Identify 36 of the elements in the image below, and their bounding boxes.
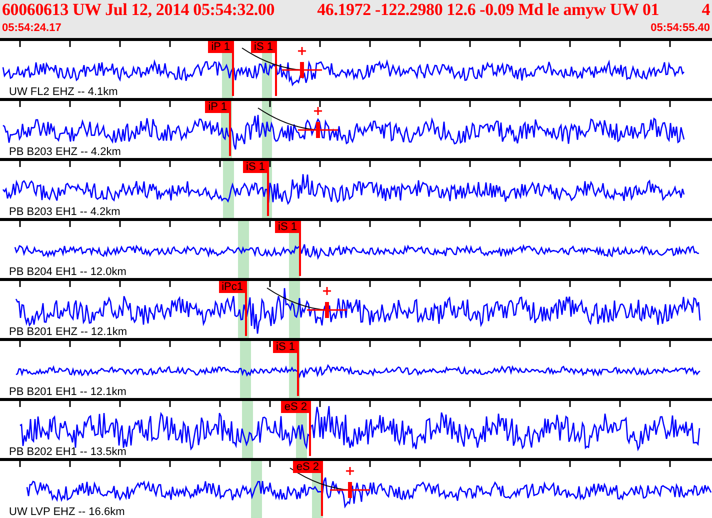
start-time: 05:54:24.17 bbox=[2, 22, 62, 34]
event-id: 60060613 UW Jul 12, 2014 05:54:32.00 bbox=[2, 0, 275, 20]
station-label: PB B202 EH1 -- 13.5km bbox=[9, 446, 126, 458]
station-label: PB B204 EH1 -- 12.0km bbox=[9, 266, 126, 278]
pick-line bbox=[267, 161, 269, 216]
phase-pick-label[interactable]: eS 2 bbox=[281, 401, 310, 413]
station-label: PB B201 EH1 -- 12.1km bbox=[9, 386, 126, 398]
phase-pick-label[interactable]: iS 1 bbox=[275, 221, 300, 233]
pick-line bbox=[232, 41, 234, 96]
pick-window bbox=[223, 161, 234, 218]
pick-window bbox=[238, 221, 249, 278]
phase-pick-label[interactable]: iP 1 bbox=[205, 101, 230, 113]
pick-window bbox=[242, 401, 253, 458]
phase-pick-label[interactable]: eS 2 bbox=[293, 461, 322, 473]
station-label: PB B203 EHZ -- 4.2km bbox=[9, 146, 121, 158]
station-label: PB B203 EH1 -- 4.2km bbox=[9, 206, 120, 218]
phase-pick-label[interactable]: iS 1 bbox=[251, 41, 276, 53]
phase-pick-label[interactable]: iPc1 bbox=[218, 281, 246, 293]
pick-line bbox=[275, 41, 277, 96]
phase-pick-label[interactable]: iS 1 bbox=[273, 341, 298, 353]
event-count: 4 bbox=[702, 0, 710, 20]
pick-line bbox=[309, 401, 311, 456]
station-label: UW FL2 EHZ -- 4.1km bbox=[9, 86, 118, 98]
pick-line bbox=[297, 341, 299, 396]
pick-window bbox=[251, 461, 262, 518]
pick-line bbox=[321, 461, 323, 516]
end-time: 05:54:55.40 bbox=[650, 22, 710, 34]
pick-line bbox=[245, 281, 247, 336]
station-label: UW LVP EHZ -- 16.6km bbox=[9, 506, 125, 518]
phase-pick-label[interactable]: iP 1 bbox=[208, 41, 233, 53]
station-label: PB B201 EHZ -- 12.1km bbox=[9, 326, 127, 338]
event-solution: 46.1972 -122.2980 12.6 -0.09 Md le amyw UW 01 bbox=[317, 0, 660, 20]
phase-pick-label[interactable]: iS 1 bbox=[243, 161, 268, 173]
pick-line bbox=[229, 101, 231, 156]
pick-line bbox=[299, 221, 301, 276]
pick-window bbox=[240, 341, 251, 398]
